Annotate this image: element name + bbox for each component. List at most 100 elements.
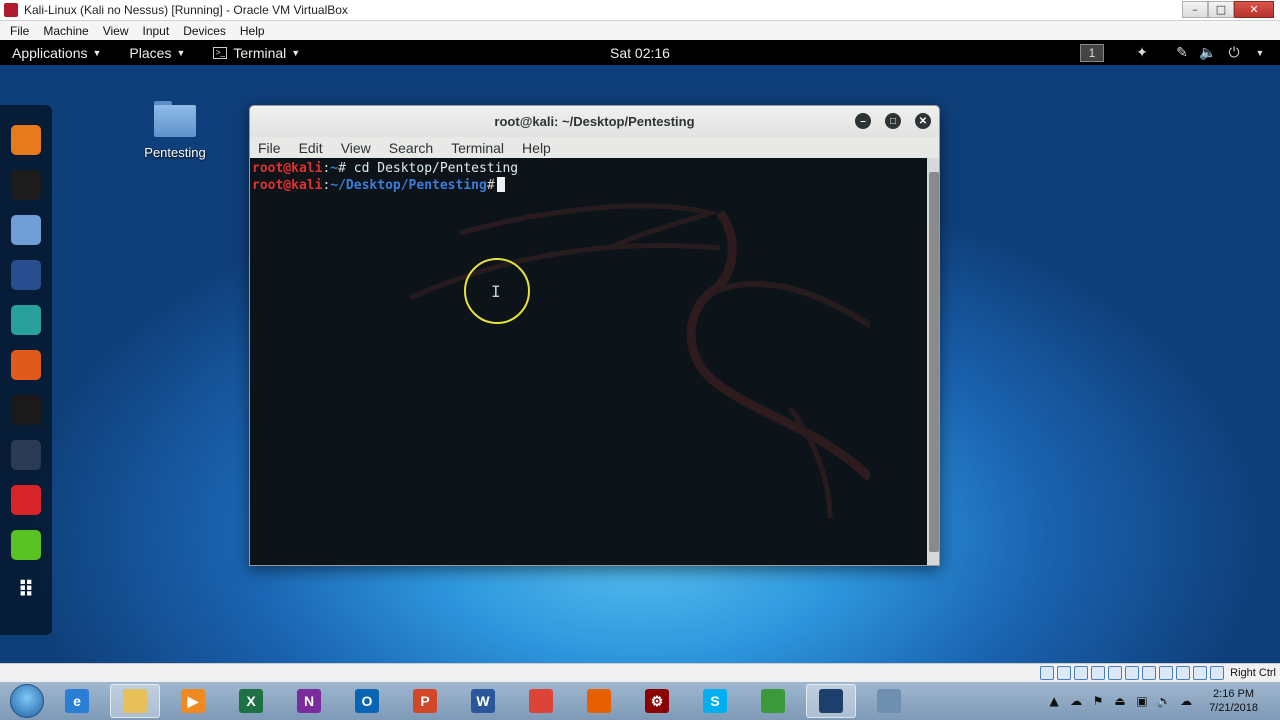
system-tray: ▲ ☁ ⚑ ⏏ ▣ 🔈 ☁ 2:16 PM 7/21/2018 bbox=[1047, 682, 1280, 720]
shared-folder-status-icon[interactable] bbox=[1125, 666, 1140, 680]
term-menu-view[interactable]: View bbox=[332, 140, 380, 156]
applications-menu[interactable]: Applications ▼ bbox=[0, 45, 113, 61]
beef-icon[interactable] bbox=[11, 440, 41, 470]
menu-help[interactable]: Help bbox=[233, 24, 272, 38]
terminal-icon[interactable] bbox=[11, 170, 41, 200]
show-hidden-icons-icon[interactable]: ▲ bbox=[1047, 694, 1061, 708]
recording-status-icon[interactable] bbox=[1159, 666, 1174, 680]
menu-devices[interactable]: Devices bbox=[176, 24, 233, 38]
taskbar-app-skype[interactable]: S bbox=[690, 684, 740, 718]
term-menu-search[interactable]: Search bbox=[380, 140, 442, 156]
armitage-icon[interactable] bbox=[11, 305, 41, 335]
leafpad-icon[interactable] bbox=[11, 530, 41, 560]
taskbar-app-outlook[interactable]: O bbox=[342, 684, 392, 718]
terminal-scrollbar[interactable] bbox=[927, 158, 939, 565]
menu-view[interactable]: View bbox=[96, 24, 136, 38]
taskbar-app-virtualbox[interactable] bbox=[806, 684, 856, 718]
display-status-icon[interactable] bbox=[1142, 666, 1157, 680]
desktop-folder-pentesting[interactable]: Pentesting bbox=[134, 101, 216, 160]
chevron-down-icon: ▼ bbox=[92, 47, 102, 58]
onedrive-icon[interactable]: ☁ bbox=[1179, 694, 1193, 708]
taskbar-app-excel[interactable]: X bbox=[226, 684, 276, 718]
usb-eject-icon[interactable]: ⏏ bbox=[1113, 694, 1127, 708]
kali-dragon-watermark bbox=[408, 203, 870, 519]
accessibility-icon[interactable]: ✦ bbox=[1134, 44, 1150, 61]
faraday-icon[interactable] bbox=[11, 485, 41, 515]
terminal-output[interactable]: root@kali:~# cd Desktop/Pentesting root@… bbox=[250, 158, 927, 565]
audio-status-icon[interactable] bbox=[1074, 666, 1089, 680]
terminal-line: root@kali:~# cd Desktop/Pentesting bbox=[250, 160, 927, 177]
terminal-icon: >_ bbox=[213, 46, 228, 59]
vbox-status-bar: Right Ctrl bbox=[0, 663, 1280, 682]
optical-status-icon[interactable] bbox=[1057, 666, 1072, 680]
metasploit-icon[interactable] bbox=[11, 260, 41, 290]
excel-icon: X bbox=[239, 689, 263, 713]
files-icon[interactable] bbox=[11, 215, 41, 245]
maltego-icon[interactable] bbox=[11, 395, 41, 425]
menu-file[interactable]: File bbox=[0, 24, 36, 38]
keyboard-capture-icon[interactable] bbox=[1210, 666, 1225, 680]
burpsuite-icon[interactable] bbox=[11, 350, 41, 380]
media-player-icon: ▶ bbox=[181, 689, 205, 713]
start-button[interactable] bbox=[10, 684, 44, 718]
term-menu-file[interactable]: File bbox=[250, 140, 290, 156]
hdd-status-icon[interactable] bbox=[1040, 666, 1055, 680]
folder-icon bbox=[154, 101, 196, 137]
power-icon[interactable]: ⏻ bbox=[1226, 44, 1242, 61]
menu-machine[interactable]: Machine bbox=[36, 24, 95, 38]
firefox-icon[interactable] bbox=[11, 125, 41, 155]
minimize-button[interactable]: – bbox=[1182, 1, 1208, 18]
security-flag-icon[interactable]: ⚑ bbox=[1091, 694, 1105, 708]
close-button[interactable]: ✕ bbox=[1234, 1, 1274, 18]
mouse-integration-icon[interactable] bbox=[1193, 666, 1208, 680]
terminal-title-bar[interactable]: root@kali: ~/Desktop/Pentesting – □ ✕ bbox=[250, 106, 939, 137]
maximize-button[interactable]: □ bbox=[1208, 1, 1234, 18]
places-label: Places bbox=[129, 44, 172, 61]
clock[interactable]: Sat 02:16 bbox=[610, 45, 670, 61]
show-apps-icon[interactable]: ⠿ bbox=[11, 575, 41, 605]
outlook-icon: O bbox=[355, 689, 379, 713]
scrollbar-thumb[interactable] bbox=[929, 172, 939, 552]
close-icon[interactable]: ✕ bbox=[915, 113, 931, 129]
firefox-icon bbox=[587, 689, 611, 713]
chevron-down-icon[interactable]: ▼ bbox=[1252, 45, 1268, 61]
taskbar-app-gear-app[interactable]: ⚙ bbox=[632, 684, 682, 718]
taskbar-app-firefox[interactable] bbox=[574, 684, 624, 718]
network-icon[interactable]: ▣ bbox=[1135, 694, 1149, 708]
taskbar-clock[interactable]: 2:16 PM 7/21/2018 bbox=[1209, 687, 1258, 715]
places-menu[interactable]: Places ▼ bbox=[113, 45, 197, 61]
taskbar-app-ie[interactable]: e bbox=[52, 684, 102, 718]
folder-label: Pentesting bbox=[144, 145, 206, 160]
virtualbox-app-icon bbox=[4, 3, 18, 17]
minimize-icon[interactable]: – bbox=[855, 113, 871, 129]
taskbar-app-media-player[interactable]: ▶ bbox=[168, 684, 218, 718]
powerpoint-icon: P bbox=[413, 689, 437, 713]
usb-status-icon[interactable] bbox=[1108, 666, 1123, 680]
taskbar-app-recording[interactable] bbox=[864, 684, 914, 718]
terminal-app-menu[interactable]: >_ Terminal ▼ bbox=[197, 45, 312, 61]
pen-icon[interactable]: ✎ bbox=[1174, 44, 1190, 61]
cpu-status-icon[interactable] bbox=[1176, 666, 1191, 680]
taskbar-app-file-explorer[interactable] bbox=[110, 684, 160, 718]
taskbar-app-android-emulator[interactable] bbox=[748, 684, 798, 718]
taskbar-app-onenote[interactable]: N bbox=[284, 684, 334, 718]
word-icon: W bbox=[471, 689, 495, 713]
term-menu-help[interactable]: Help bbox=[513, 140, 560, 156]
onenote-icon: N bbox=[297, 689, 321, 713]
workspace-indicator[interactable]: 1 bbox=[1080, 43, 1104, 62]
menu-input[interactable]: Input bbox=[136, 24, 177, 38]
android-emulator-icon bbox=[761, 689, 785, 713]
clock-time: 2:16 PM bbox=[1213, 688, 1255, 700]
taskbar-app-word[interactable]: W bbox=[458, 684, 508, 718]
host-key-label: Right Ctrl bbox=[1230, 667, 1276, 679]
prompt-user: root@kali bbox=[252, 161, 323, 176]
volume-icon[interactable]: 🔈 bbox=[1199, 44, 1216, 61]
term-menu-edit[interactable]: Edit bbox=[290, 140, 332, 156]
network-status-icon[interactable] bbox=[1091, 666, 1106, 680]
term-menu-terminal[interactable]: Terminal bbox=[442, 140, 513, 156]
cloud-icon[interactable]: ☁ bbox=[1069, 694, 1083, 708]
taskbar-app-powerpoint[interactable]: P bbox=[400, 684, 450, 718]
taskbar-app-chrome[interactable] bbox=[516, 684, 566, 718]
maximize-icon[interactable]: □ bbox=[885, 113, 901, 129]
volume-icon[interactable]: 🔈 bbox=[1157, 694, 1172, 708]
